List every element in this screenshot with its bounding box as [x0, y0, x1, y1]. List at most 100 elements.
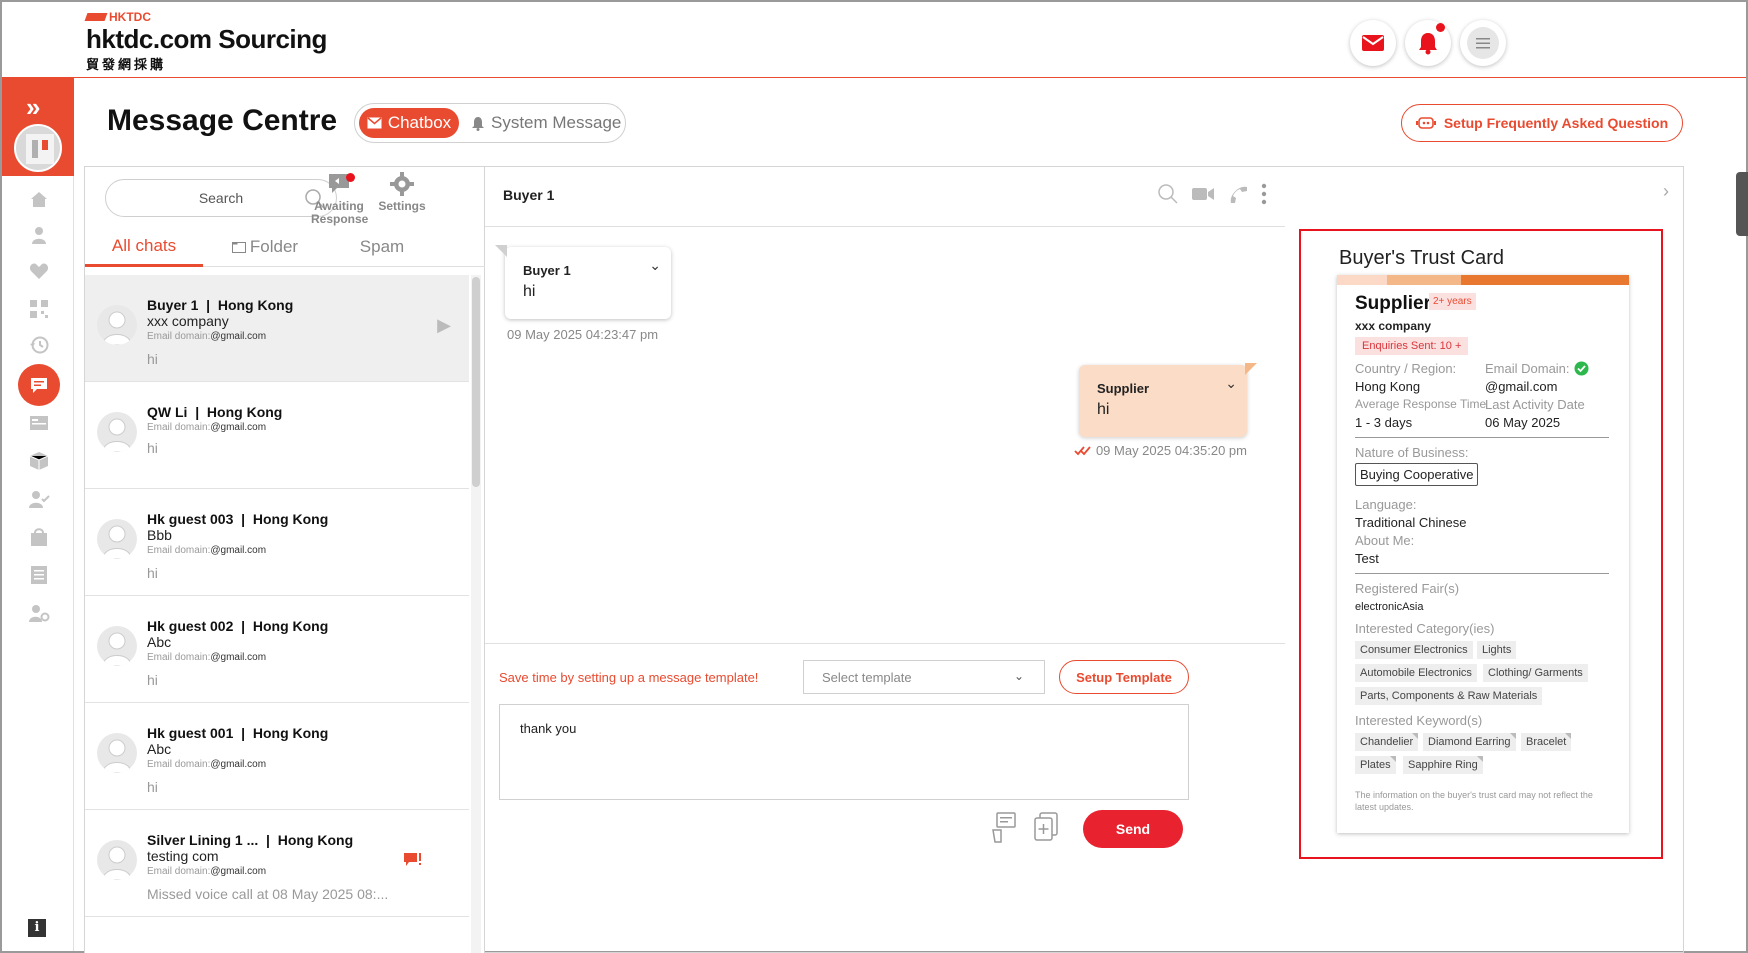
- video-call-icon[interactable]: [1191, 186, 1215, 202]
- avatar: [97, 519, 137, 559]
- brand-small[interactable]: HKTDC: [84, 10, 151, 24]
- message-composer: Save time by setting up a message templa…: [485, 643, 1285, 953]
- conversation-tools: [1157, 183, 1267, 205]
- enquiries-badge: Enquiries Sent: 10 +: [1355, 337, 1469, 355]
- buyer-company: xxx company: [1355, 319, 1432, 333]
- avatar: [97, 733, 137, 773]
- category-chip: Parts, Components & Raw Materials: [1355, 687, 1543, 705]
- chevron-down-icon: ⌄: [1013, 669, 1024, 683]
- category-chip: Automobile Electronics: [1355, 664, 1477, 682]
- trust-card-panel: › Buyer's Trust Card Supplier 2+ years x…: [1285, 167, 1683, 953]
- side-drawer-tab[interactable]: [1736, 172, 1748, 236]
- message-type-tabs: Chatbox System Message: [354, 103, 626, 143]
- keyword-chip: Plates: [1355, 756, 1396, 774]
- user-settings-icon[interactable]: [26, 600, 52, 626]
- chat-row[interactable]: Hk guest 002 | Hong Kong Abc Email domai…: [85, 596, 469, 703]
- card-color-bar: [1337, 275, 1629, 285]
- user-check-icon[interactable]: [26, 486, 52, 512]
- avatar: [97, 626, 137, 666]
- fairs-value: electronicAsia: [1355, 601, 1424, 613]
- conversation-contact: Buyer 1: [503, 187, 555, 203]
- keyword-chip: Sapphire Ring: [1403, 756, 1483, 774]
- folder-icon: [231, 241, 246, 253]
- tab-all-chats[interactable]: All chats: [85, 227, 203, 267]
- buyer-role: Supplier: [1355, 293, 1432, 314]
- brand-subtitle: 貿發網採購: [86, 57, 167, 72]
- trust-card-disclaimer: The information on the buyer's trust car…: [1355, 790, 1593, 812]
- template-hint: Save time by setting up a message templa…: [499, 670, 759, 685]
- heart-icon[interactable]: [26, 258, 52, 284]
- chat-row[interactable]: Hk guest 003 | Hong Kong Bbb Email domai…: [85, 489, 469, 596]
- brand-logo[interactable]: hktdc.com Sourcing: [86, 24, 327, 55]
- keyword-chip: Chandelier: [1355, 733, 1419, 751]
- hamburger-icon: [1467, 27, 1499, 59]
- search-icon[interactable]: [1157, 183, 1179, 205]
- list-icon[interactable]: [26, 562, 52, 588]
- chevron-down-icon[interactable]: ⌄: [649, 257, 661, 274]
- notification-dot: [1436, 23, 1445, 32]
- id-card-icon[interactable]: [26, 410, 52, 436]
- chat-settings-button[interactable]: Settings: [374, 171, 430, 213]
- phone-icon[interactable]: [1227, 183, 1249, 205]
- add-document-icon[interactable]: [1033, 812, 1059, 842]
- chat-row[interactable]: Buyer 1 | Hong Kong xxx company Email do…: [85, 275, 469, 382]
- chat-rows: Buyer 1 | Hong Kong xxx company Email do…: [85, 275, 469, 953]
- trust-card-title: Buyer's Trust Card: [1339, 247, 1504, 269]
- envelope-icon: [367, 117, 382, 129]
- box-icon[interactable]: [26, 448, 52, 474]
- mail-button[interactable]: [1350, 20, 1396, 66]
- chat-list-scrollbar[interactable]: [471, 275, 481, 953]
- message-input[interactable]: thank you: [499, 704, 1189, 800]
- years-badge: 2+ years: [1429, 293, 1476, 310]
- chat-row[interactable]: Silver Lining 1 ... | Hong Kong testing …: [85, 810, 469, 917]
- category-chip: Lights: [1477, 641, 1517, 659]
- awaiting-dot: [346, 173, 355, 182]
- info-icon[interactable]: i: [28, 919, 46, 937]
- scrollbar-thumb[interactable]: [472, 277, 480, 487]
- bell-icon: [1419, 33, 1437, 55]
- quick-reply-icon[interactable]: [991, 812, 1017, 844]
- awaiting-response-button[interactable]: Awaiting Response: [311, 171, 368, 226]
- tab-folder[interactable]: Folder: [203, 227, 327, 267]
- expand-sidebar-icon[interactable]: »: [26, 92, 40, 123]
- user-icon[interactable]: [26, 222, 52, 248]
- notification-button[interactable]: [1405, 20, 1451, 66]
- category-chip: Consumer Electronics: [1355, 641, 1473, 659]
- collapse-panel-icon[interactable]: ›: [1663, 181, 1669, 202]
- menu-button[interactable]: [1460, 20, 1506, 66]
- message-centre-icon[interactable]: [18, 364, 60, 406]
- history-icon[interactable]: [26, 332, 52, 358]
- tab-spam[interactable]: Spam: [327, 227, 437, 267]
- bell-icon: [472, 116, 484, 131]
- divider: [1355, 437, 1609, 438]
- shopping-bag-icon[interactable]: [26, 524, 52, 550]
- send-button[interactable]: Send: [1083, 810, 1183, 848]
- chat-list-column: Search Awaiting Response Settings All ch…: [85, 167, 485, 953]
- missed-call-alert-icon: [403, 852, 423, 873]
- company-avatar[interactable]: [14, 124, 62, 172]
- chevron-down-icon[interactable]: ⌄: [1225, 375, 1237, 392]
- top-header: HKTDC hktdc.com Sourcing 貿發網採購: [2, 2, 1746, 78]
- more-options-icon[interactable]: [1261, 183, 1267, 205]
- setup-template-button[interactable]: Setup Template: [1059, 660, 1189, 694]
- incoming-timestamp: 09 May 2025 04:23:47 pm: [507, 327, 659, 342]
- country-value: Hong Kong: [1355, 379, 1421, 394]
- chat-row[interactable]: QW Li | Hong Kong Email domain:@gmail.co…: [85, 382, 469, 489]
- qr-code-icon[interactable]: [26, 296, 52, 322]
- tab-system-message[interactable]: System Message: [471, 108, 621, 138]
- incoming-message-bubble[interactable]: Buyer 1 hi ⌄: [495, 245, 671, 319]
- email-domain-value: @gmail.com: [1485, 379, 1558, 394]
- keyword-chip: Diamond Earring: [1423, 733, 1516, 751]
- template-select[interactable]: Select template ⌄: [803, 660, 1045, 694]
- chat-row[interactable]: Hk guest 001 | Hong Kong Abc Email domai…: [85, 703, 469, 810]
- setup-faq-button[interactable]: Setup Frequently Asked Question: [1401, 104, 1683, 142]
- verified-check-icon: [1574, 361, 1589, 376]
- left-sidebar: » i: [2, 78, 74, 951]
- search-input[interactable]: Search: [105, 179, 337, 217]
- tab-chatbox[interactable]: Chatbox: [359, 108, 459, 138]
- outgoing-message-bubble[interactable]: Supplier hi ⌄: [1079, 363, 1257, 437]
- avatar: [97, 305, 137, 345]
- trust-card-highlight: Buyer's Trust Card Supplier 2+ years xxx…: [1299, 229, 1663, 859]
- hktdc-flag-icon: [84, 13, 108, 21]
- home-icon[interactable]: [26, 186, 52, 212]
